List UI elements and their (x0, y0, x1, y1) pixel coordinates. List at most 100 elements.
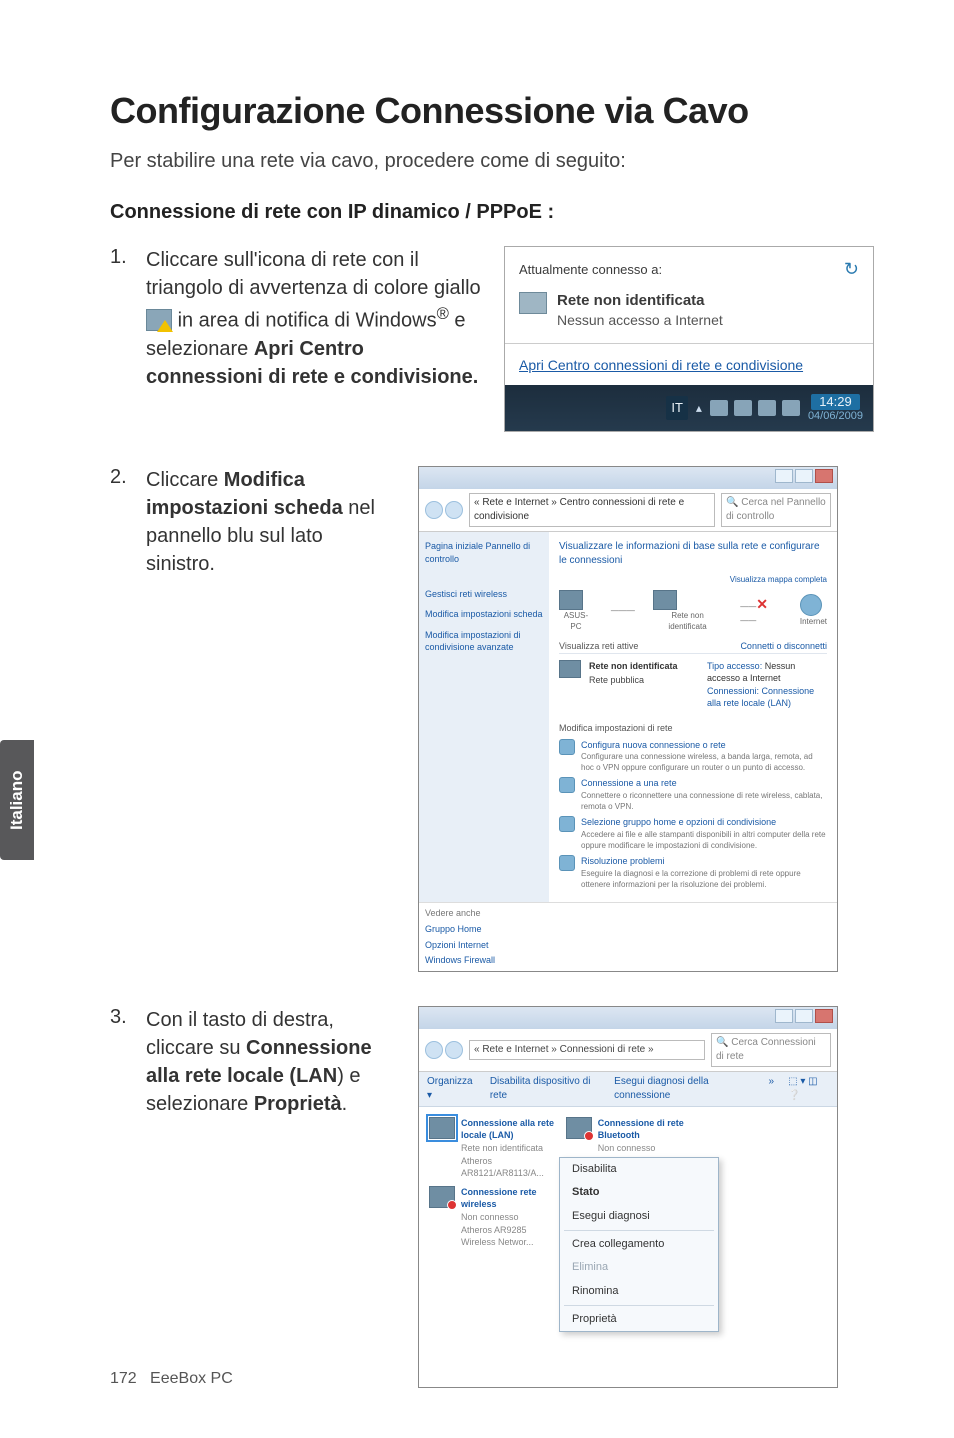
task-desc: Eseguire la diagnosi e la correzione di … (581, 868, 827, 890)
nav-back-icon[interactable] (425, 1041, 443, 1059)
cmd-diagnose[interactable]: Esegui diagnosi della connessione (614, 1075, 754, 1103)
connections-label: Connessioni: (707, 686, 759, 696)
cmd-organize[interactable]: Organizza ▾ (427, 1075, 476, 1103)
window-close-icon[interactable] (815, 1009, 833, 1023)
map-disconnect-icon: ✕ (756, 596, 768, 612)
bt-name: Connessione di rete Bluetooth (598, 1117, 696, 1142)
window-titlebar (419, 467, 837, 489)
step-3-text: Con il tasto di destra, cliccare su Conn… (146, 1006, 396, 1118)
step-2: 2. Cliccare Modifica impostazioni scheda… (110, 466, 874, 971)
menu-separator (564, 1305, 714, 1306)
wifi-name: Connessione rete wireless (461, 1186, 559, 1211)
access-type-label: Tipo accesso: (707, 661, 762, 671)
task-title: Connessione a una rete (581, 777, 827, 790)
nav-back-icon[interactable] (425, 501, 443, 519)
tray-icon-2[interactable] (734, 400, 752, 416)
network-name: Rete non identificata (557, 290, 723, 311)
nav-fwd-icon[interactable] (445, 501, 463, 519)
window-min-icon[interactable] (775, 469, 793, 483)
tray-icon-1[interactable] (710, 400, 728, 416)
search-box[interactable]: 🔍 Cerca nel Pannello di controllo (721, 493, 831, 527)
task-title: Risoluzione problemi (581, 855, 827, 868)
wifi-icon (429, 1186, 455, 1208)
command-bar: Organizza ▾ Disabilita dispositivo di re… (419, 1072, 837, 1107)
page-title: Configurazione Connessione via Cavo (110, 90, 874, 132)
task-homegroup[interactable]: Selezione gruppo home e opzioni di condi… (559, 816, 827, 851)
menu-separator (564, 1230, 714, 1231)
menu-properties[interactable]: Proprietà (560, 1308, 718, 1331)
menu-disable[interactable]: Disabilita (560, 1158, 718, 1181)
search-placeholder: Cerca Connessioni di rete (716, 1037, 816, 1062)
taskbar-clock[interactable]: 14:29 04/06/2009 (808, 394, 863, 422)
center-title: Visualizzare le informazioni di base sul… (559, 540, 827, 568)
tray-icon-3[interactable] (758, 400, 776, 416)
step-2-number: 2. (110, 466, 146, 489)
network-icon (519, 292, 547, 314)
foot-firewall[interactable]: Windows Firewall (425, 954, 831, 967)
connection-wireless[interactable]: Connessione rete wirelessNon connessoAth… (429, 1186, 559, 1249)
menu-status[interactable]: Stato (560, 1181, 718, 1204)
menu-delete: Elimina (560, 1256, 718, 1279)
open-network-center-link[interactable]: Apri Centro connessioni di rete e condiv… (505, 346, 873, 386)
sidebar-home[interactable]: Pagina iniziale Pannello di controllo (425, 540, 543, 565)
screenshot-network-connections: « Rete e Internet » Connessioni di rete … (418, 1006, 838, 1388)
task-desc: Configurare una connessione wireless, a … (581, 751, 827, 773)
disabled-overlay-icon (447, 1200, 457, 1210)
sidebar-wireless[interactable]: Gestisci reti wireless (425, 588, 543, 601)
popup-header: Attualmente connesso a: (519, 261, 662, 279)
address-bar[interactable]: « Rete e Internet » Centro connessioni d… (469, 493, 715, 527)
language-sidetab: Italiano (0, 740, 34, 860)
separator (505, 343, 873, 344)
taskbar-chevron[interactable]: ▴ (696, 400, 702, 417)
search-placeholder: Cerca nel Pannello di controllo (726, 497, 826, 522)
view-full-map-link[interactable]: Visualizza mappa completa (559, 574, 827, 585)
refresh-icon[interactable]: ↻ (844, 257, 859, 282)
task-icon (559, 777, 575, 793)
language-indicator[interactable]: IT (666, 396, 688, 420)
taskbar: IT ▴ 14:29 04/06/2009 (505, 385, 873, 431)
active-net-name: Rete non identificata (589, 660, 699, 673)
map-internet-label: Internet (800, 616, 827, 627)
cmd-more[interactable]: » (769, 1075, 775, 1103)
tray-volume-icon[interactable] (782, 400, 800, 416)
sidebar-sharing-advanced[interactable]: Modifica impostazioni di condivisione av… (425, 629, 543, 654)
change-settings-heading: Modifica impostazioni di rete (559, 722, 827, 735)
menu-shortcut[interactable]: Crea collegamento (560, 1233, 718, 1256)
section-subhead: Connessione di rete con IP dinamico / PP… (110, 201, 874, 224)
screenshot-tray-popup: Attualmente connesso a: ↻ Rete non ident… (504, 246, 874, 432)
foot-homegroup[interactable]: Gruppo Home (425, 923, 831, 936)
window-max-icon[interactable] (795, 469, 813, 483)
connect-disconnect-link[interactable]: Connetti o disconnetti (740, 640, 827, 653)
s1-part-b: in area di notifica di Windows (178, 310, 437, 332)
task-desc: Accedere ai file e alle stampanti dispon… (581, 829, 827, 851)
context-menu: Disabilita Stato Esegui diagnosi Crea co… (559, 1157, 719, 1333)
task-troubleshoot[interactable]: Risoluzione problemiEseguire la diagnosi… (559, 855, 827, 890)
step-3: 3. Con il tasto di destra, cliccare su C… (110, 1006, 874, 1388)
connection-lan[interactable]: Connessione alla rete locale (LAN)Rete n… (429, 1117, 559, 1180)
menu-diagnose[interactable]: Esegui diagnosi (560, 1205, 718, 1228)
search-box[interactable]: 🔍 Cerca Connessioni di rete (711, 1033, 831, 1067)
map-network-label: Rete non identificata (653, 610, 722, 632)
network-tray-icon (146, 309, 172, 331)
page-footer: 172 EeeBox PC (110, 1370, 233, 1388)
window-min-icon[interactable] (775, 1009, 793, 1023)
address-bar[interactable]: « Rete e Internet » Connessioni di rete … (469, 1040, 705, 1060)
foot-internet-options[interactable]: Opzioni Internet (425, 939, 831, 952)
task-connect-network[interactable]: Connessione a una reteConnettere o ricon… (559, 777, 827, 812)
task-new-connection[interactable]: Configura nuova connessione o reteConfig… (559, 739, 827, 774)
step-2-text: Cliccare Modifica impostazioni scheda ne… (146, 466, 396, 578)
cmd-disable[interactable]: Disabilita dispositivo di rete (490, 1075, 600, 1103)
bt-icon (566, 1117, 592, 1139)
sidebar-adapter-settings[interactable]: Modifica impostazioni scheda (425, 608, 543, 621)
window-close-icon[interactable] (815, 469, 833, 483)
window-max-icon[interactable] (795, 1009, 813, 1023)
system-tray (710, 400, 800, 416)
map-network-icon (653, 590, 677, 610)
step-1-number: 1. (110, 246, 146, 269)
network-status: Nessun accesso a Internet (557, 311, 723, 331)
step-1: 1. Cliccare sull'icona di rete con il tr… (110, 246, 874, 432)
menu-rename[interactable]: Rinomina (560, 1280, 718, 1303)
nav-fwd-icon[interactable] (445, 1041, 463, 1059)
lan-name: Connessione alla rete locale (LAN) (461, 1117, 559, 1142)
map-internet-icon (800, 594, 822, 616)
